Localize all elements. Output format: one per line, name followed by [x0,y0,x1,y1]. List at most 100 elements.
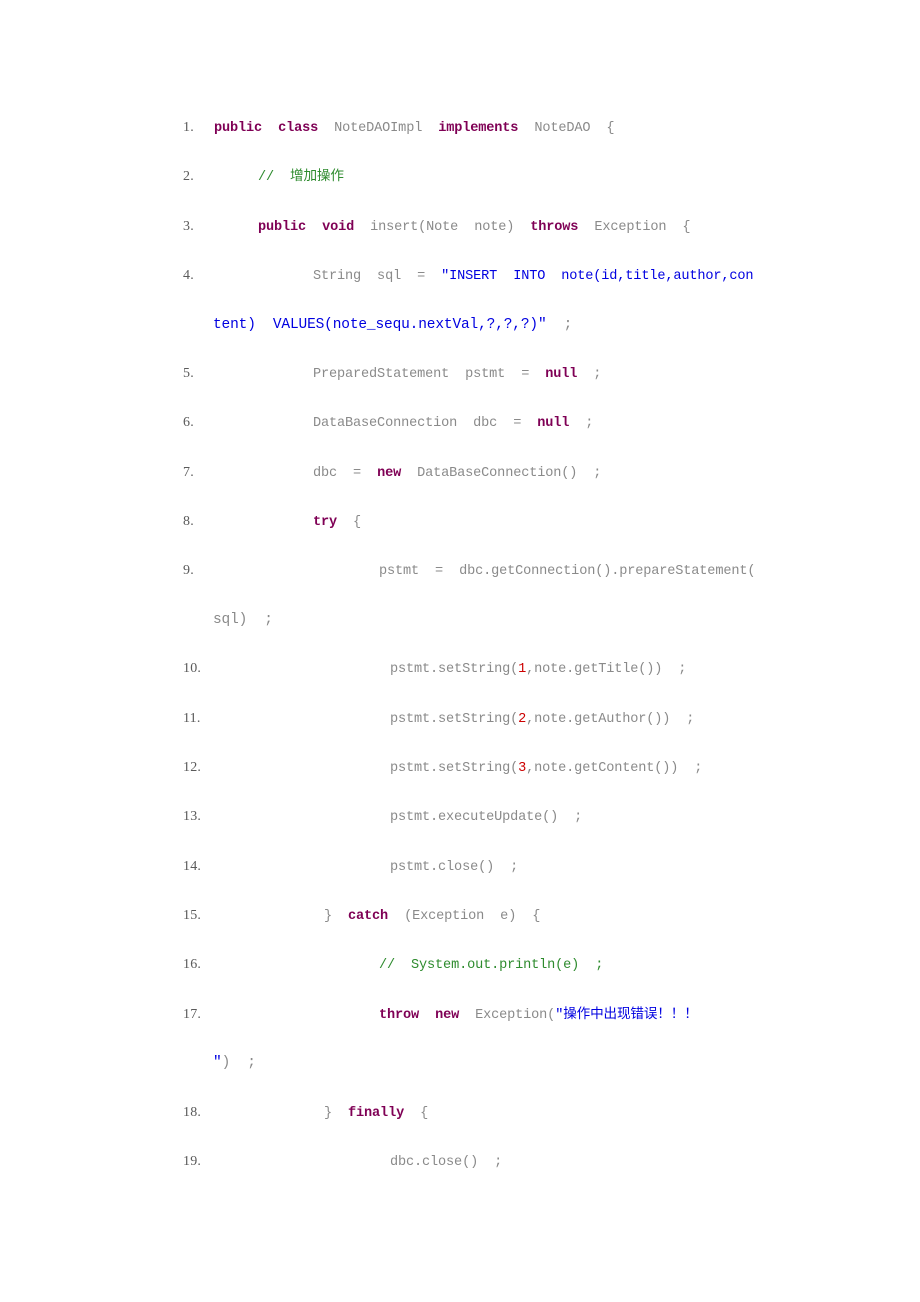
line-number: 13. [183,809,202,825]
token-pn [262,121,278,136]
token-pn: { [337,515,362,531]
token-pn [318,121,334,136]
token-kw: try [313,515,338,531]
code-text: throw new Exception("操作中出现错误！！！ [203,1008,698,1023]
token-str: tent) VALUES(note_sequ.nextVal,?,?,?)" [213,316,547,333]
token-pn: ; [678,760,703,776]
token-kw: void [322,219,355,235]
token-pn: { [590,121,615,136]
token-num: 1 [518,662,527,678]
token-id: dbc = [313,465,378,481]
line-number: 16. [183,957,202,973]
token-pn [459,1008,475,1023]
line-number: 11. [183,710,201,726]
code-line: 6. DataBaseConnection dbc = null ; [183,415,803,431]
code-text: } finally { [203,1106,428,1121]
code-line: 5. PreparedStatement pstmt = null ; [183,366,803,382]
token-pn [514,220,530,235]
token-pn [518,121,534,136]
code-text: dbc = new DataBaseConnection() ; [203,466,601,481]
token-id: Exception( [475,1007,556,1023]
token-pn [422,121,438,136]
token-kw: null [537,416,570,432]
token-id: pstmt.setString( [390,711,519,727]
token-id: PreparedStatement pstmt = [313,366,546,382]
line-number: 8. [183,514,194,530]
token-id: pstmt.executeUpdate() [390,810,559,826]
token-pn [419,1008,435,1023]
code-line: 13. pstmt.executeUpdate() ; [183,809,803,825]
code-line: 9. pstmt = dbc.getConnection().prepareSta… [183,563,803,579]
token-kw: new [435,1007,460,1023]
token-id: DataBaseConnection() [417,465,578,481]
code-text: pstmt.executeUpdate() ; [203,810,582,825]
code-text: String sql = "INSERT INTO note(id,title,… [203,269,754,285]
code-line: 17. throw new Exception("操作中出现错误！！！ [183,1007,803,1023]
token-pn [332,1106,348,1121]
code-line: 3. public void insert(Note note) throws E… [183,219,803,235]
token-id: ,note.getContent()) [526,760,679,776]
token-str: " [213,1055,222,1072]
code-line-continuation: ") ; [183,1056,803,1071]
token-id: (Exception e) { [404,909,541,925]
line-number: 5. [183,365,194,381]
code-text: pstmt.setString(3,note.getContent()) ; [203,761,702,776]
token-kw: catch [348,909,389,925]
code-line: 7. dbc = new DataBaseConnection() ; [183,465,803,481]
code-line: 15.} catch (Exception e) { [183,908,803,924]
token-pn: ; [478,1154,503,1170]
token-cmt: // System.out.println(e) ; [379,958,604,974]
line-number: 12. [183,759,202,775]
token-id: DataBaseConnection dbc = [313,416,538,432]
line-number: 3. [183,218,194,234]
line-number: 10. [183,661,202,677]
token-kw: throws [530,219,579,235]
token-pn [578,220,594,235]
token-cmt: // 增加操作 [258,170,344,186]
token-kw: finally [348,1105,405,1121]
line-number: 17. [183,1006,202,1022]
token-id: pstmt.setString( [390,760,519,776]
code-line: 16. // System.out.println(e) ; [183,957,803,973]
code-text: PreparedStatement pstmt = null ; [203,367,601,382]
token-pn: ; [546,316,573,333]
token-kw: public [258,219,307,235]
code-line-continuation: tent) VALUES(note_sequ.nextVal,?,?,?)" ; [183,316,803,333]
token-str: "操作中出现错误！！！ [555,1007,698,1023]
code-text: // System.out.println(e) ; [203,958,603,973]
code-text: pstmt.close() ; [203,860,518,875]
token-pn [306,220,322,235]
token-str: "INSERT INTO note(id,title,author,con [441,269,754,285]
code-text: try { [203,515,361,530]
token-pn: ; [569,416,594,432]
token-pn: } [324,1105,333,1121]
code-text: } catch (Exception e) { [203,909,540,924]
token-pn: ; [577,366,602,382]
code-line: 2. // 增加操作 [183,169,803,185]
token-pn [401,466,417,481]
token-pn [388,909,404,924]
token-id: NoteDAO [534,121,591,136]
code-line-continuation: sql) ; [183,613,803,628]
token-id: String sql = [313,269,442,285]
code-text: public void insert(Note note) throws Exc… [203,219,691,235]
token-pn: { [666,219,691,235]
code-text: // 增加操作 [203,170,344,185]
token-id: pstmt = dbc.getConnection().prepareState… [379,564,756,580]
token-pn: } [324,909,333,925]
token-pn: ; [662,662,687,678]
token-id: pstmt.close() [390,859,495,875]
token-id: ,note.getAuthor()) [526,711,671,727]
token-kw: new [377,465,402,481]
code-line: 14. pstmt.close() ; [183,859,803,875]
code-text: DataBaseConnection dbc = null ; [203,416,593,431]
token-pn: ; [494,859,519,875]
token-pn: ; [670,711,695,727]
token-id: insert(Note note) [370,219,515,235]
line-number: 2. [183,169,194,185]
token-id: pstmt.setString( [390,662,519,678]
token-kw: implements [438,121,519,136]
line-number: 18. [183,1104,202,1120]
token-kw: throw [379,1007,420,1023]
line-number: 9. [183,563,194,579]
